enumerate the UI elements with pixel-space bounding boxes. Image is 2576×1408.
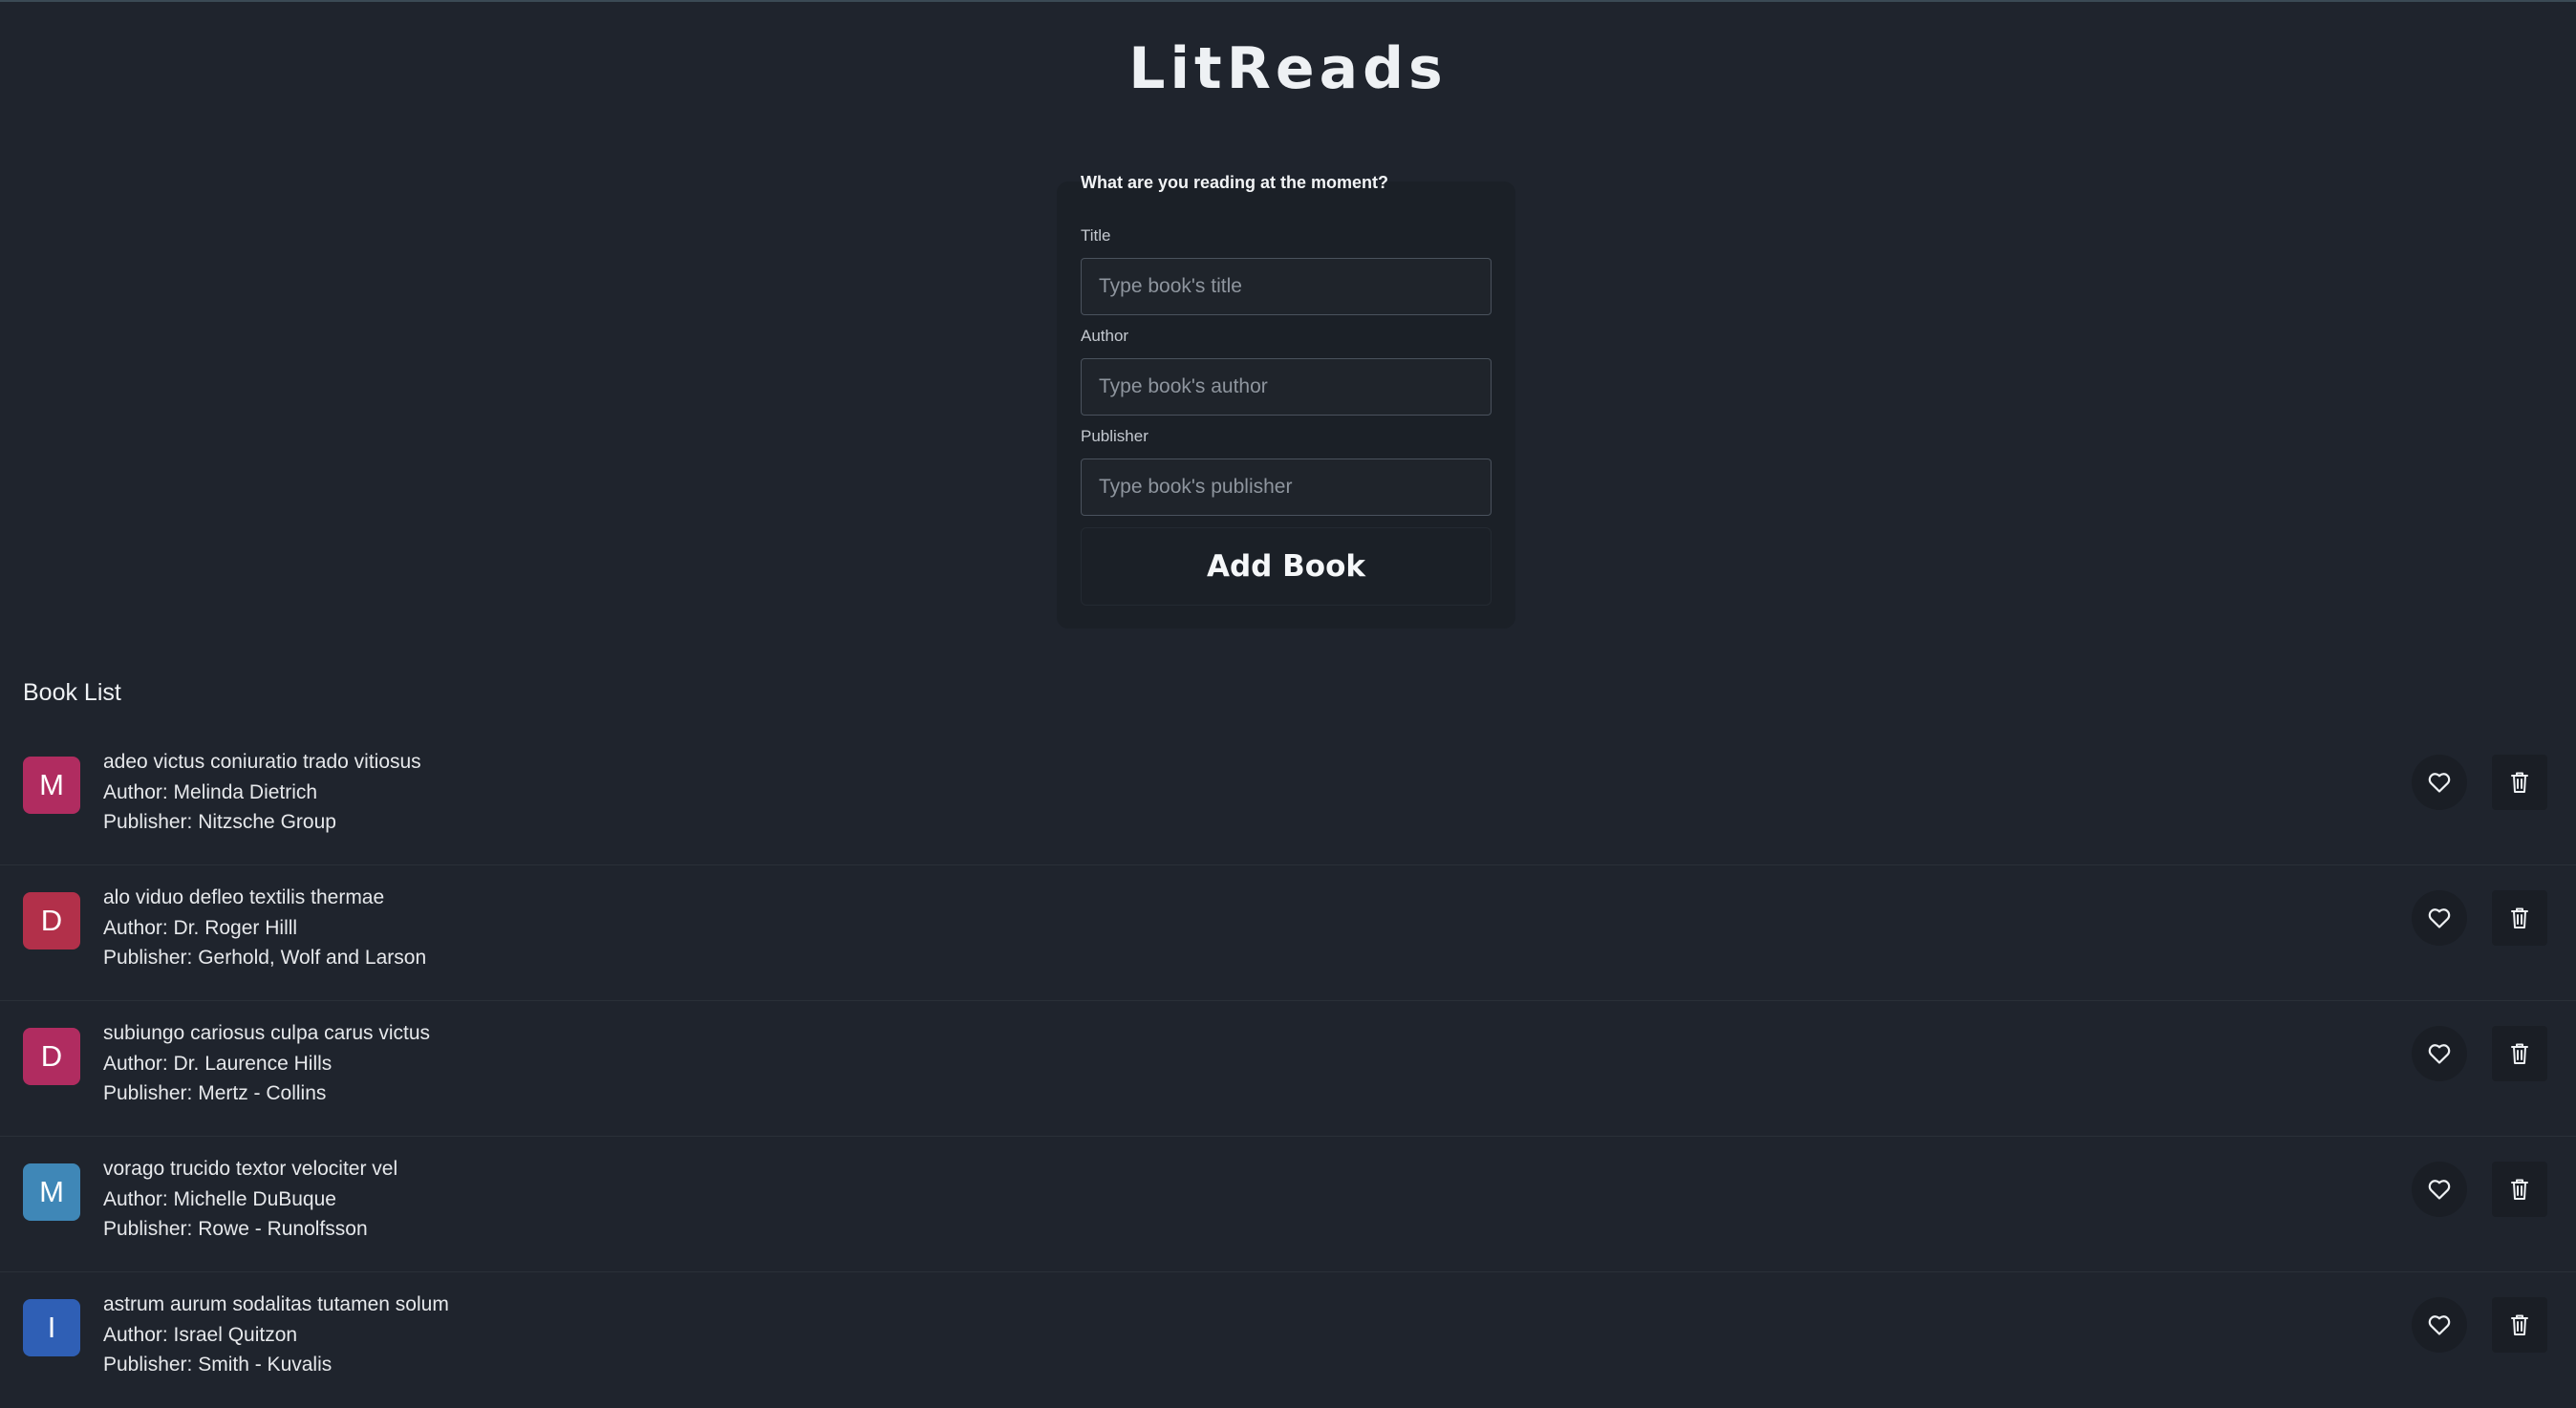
like-button[interactable] [2412,1297,2467,1353]
title-input[interactable] [1081,258,1492,315]
heart-outline-icon [2428,908,2451,928]
book-list-item: D alo viduo defleo textilis thermae Auth… [0,865,2576,1001]
book-publisher: Publisher: Gerhold, Wolf and Larson [103,947,427,969]
avatar: D [23,1028,80,1085]
delete-button[interactable] [2492,755,2547,810]
like-button[interactable] [2412,1162,2467,1217]
book-list-heading: Book List [23,679,121,706]
trash-icon [2511,907,2528,928]
heart-outline-icon [2428,1044,2451,1064]
heart-outline-icon [2428,1315,2451,1335]
book-title: alo viduo defleo textilis thermae [103,886,385,908]
heart-outline-icon [2428,773,2451,793]
book-details: astrum aurum sodalitas tutamen solum Aut… [103,1290,449,1380]
author-input[interactable] [1081,358,1492,416]
book-details: adeo victus coniuratio trado vitiosus Au… [103,747,421,838]
trash-icon [2511,1043,2528,1064]
book-title: astrum aurum sodalitas tutamen solum [103,1293,449,1315]
publisher-label: Publisher [1081,427,1148,445]
avatar: I [23,1299,80,1356]
book-author: Author: Israel Quitzon [103,1323,298,1346]
trash-icon [2511,1314,2528,1335]
avatar: M [23,757,80,814]
trash-icon [2511,772,2528,793]
like-button[interactable] [2412,755,2467,810]
book-author: Author: Dr. Laurence Hills [103,1052,333,1075]
trash-icon [2511,1179,2528,1200]
heart-outline-icon [2428,1180,2451,1200]
book-list-item: M vorago trucido textor velociter vel Au… [0,1137,2576,1272]
book-author: Author: Dr. Roger Hilll [103,916,298,939]
book-list-item: I astrum aurum sodalitas tutamen solum A… [0,1272,2576,1408]
form-prompt: What are you reading at the moment? [1081,173,1389,192]
book-publisher: Publisher: Smith - Kuvalis [103,1354,333,1376]
like-button[interactable] [2412,1026,2467,1081]
avatar: D [23,892,80,949]
book-list-item: D subiungo cariosus culpa carus victus A… [0,1001,2576,1137]
delete-button[interactable] [2492,1297,2547,1353]
book-list-item: M adeo victus coniuratio trado vitiosus … [0,730,2576,865]
delete-button[interactable] [2492,890,2547,946]
book-publisher: Publisher: Rowe - Runolfsson [103,1218,368,1240]
add-book-button[interactable]: Add Book [1081,527,1492,606]
book-details: subiungo cariosus culpa carus victus Aut… [103,1018,430,1109]
app-title: LitReads [1128,35,1448,102]
book-publisher: Publisher: Nitzsche Group [103,811,336,833]
book-publisher: Publisher: Mertz - Collins [103,1082,327,1104]
book-title: adeo victus coniuratio trado vitiosus [103,751,421,773]
title-label: Title [1081,226,1111,245]
publisher-input[interactable] [1081,459,1492,516]
delete-button[interactable] [2492,1162,2547,1217]
book-title: vorago trucido textor velociter vel [103,1158,398,1180]
book-title: subiungo cariosus culpa carus victus [103,1022,431,1044]
book-author: Author: Melinda Dietrich [103,780,318,803]
like-button[interactable] [2412,890,2467,946]
avatar: M [23,1163,80,1221]
author-label: Author [1081,327,1129,345]
delete-button[interactable] [2492,1026,2547,1081]
book-details: vorago trucido textor velociter vel Auth… [103,1154,397,1245]
book-author: Author: Michelle DuBuque [103,1187,336,1210]
book-details: alo viduo defleo textilis thermae Author… [103,883,426,973]
